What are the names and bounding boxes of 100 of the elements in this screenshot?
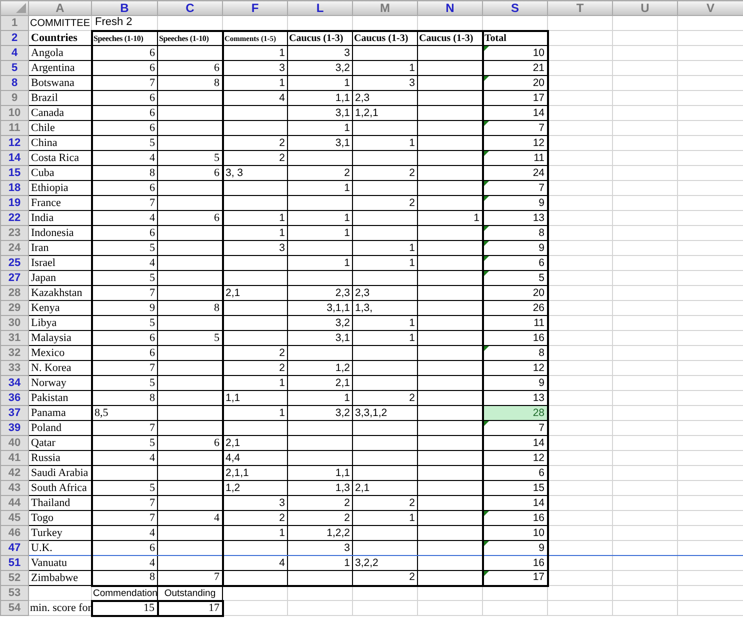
- column-header[interactable]: C: [158, 0, 222, 16]
- table-cell: 8: [158, 300, 222, 316]
- row-header[interactable]: 5: [0, 60, 28, 76]
- row-header[interactable]: 12: [0, 136, 28, 150]
- row-header[interactable]: 9: [0, 90, 28, 106]
- column-header[interactable]: A: [28, 0, 92, 16]
- column-header[interactable]: M: [352, 0, 418, 16]
- row-header[interactable]: 27: [0, 270, 28, 286]
- table-cell: 7: [92, 496, 158, 510]
- total-cell: 9: [482, 376, 548, 390]
- row-header[interactable]: 42: [0, 466, 28, 480]
- row-header[interactable]: 32: [0, 346, 28, 360]
- column-header[interactable]: U: [612, 0, 678, 16]
- row-header[interactable]: 33: [0, 360, 28, 376]
- column-header[interactable]: B: [92, 0, 158, 16]
- column-header[interactable]: L: [288, 0, 352, 16]
- row-header[interactable]: 36: [0, 390, 28, 406]
- row-header[interactable]: 11: [0, 120, 28, 136]
- row-header[interactable]: 46: [0, 526, 28, 540]
- total-cell: 12: [482, 450, 548, 466]
- table-cell: 2,1,1: [222, 466, 288, 480]
- table-cell: Qatar: [28, 436, 92, 450]
- table-cell: 2,1: [288, 376, 352, 390]
- row-header[interactable]: 4: [0, 46, 28, 60]
- table-cell: 4: [92, 526, 158, 540]
- table-cell: COMMITTEE: [28, 16, 92, 30]
- row-header[interactable]: 30: [0, 316, 28, 330]
- column-header[interactable]: T: [548, 0, 612, 16]
- row-header[interactable]: 41: [0, 450, 28, 466]
- row-header[interactable]: 18: [0, 180, 28, 196]
- total-cell: 17: [482, 570, 548, 586]
- table-cell: 4: [92, 450, 158, 466]
- select-all-icon[interactable]: [16, 3, 26, 13]
- row-header[interactable]: 43: [0, 480, 28, 496]
- table-cell: N. Korea: [28, 360, 92, 376]
- row-header[interactable]: 53: [0, 586, 28, 600]
- table-cell: 2: [222, 510, 288, 526]
- row-header[interactable]: 2: [0, 30, 28, 46]
- table-cell: 1: [222, 526, 288, 540]
- table-cell: 1: [222, 226, 288, 240]
- row-header[interactable]: 44: [0, 496, 28, 510]
- row-header[interactable]: 52: [0, 570, 28, 586]
- row-header[interactable]: 45: [0, 510, 28, 526]
- row-header[interactable]: 8: [0, 76, 28, 90]
- row-header[interactable]: 22: [0, 210, 28, 226]
- table-cell: Panama: [28, 406, 92, 420]
- column-heading: Caucus (1-3): [352, 30, 418, 46]
- row-header[interactable]: 31: [0, 330, 28, 346]
- table-cell: Vanuatu: [28, 556, 92, 570]
- row-header[interactable]: 24: [0, 240, 28, 256]
- row-header[interactable]: 1: [0, 16, 28, 30]
- row-header[interactable]: 34: [0, 376, 28, 390]
- table-cell: 6: [92, 180, 158, 196]
- row-header[interactable]: 23: [0, 226, 28, 240]
- row-header[interactable]: 25: [0, 256, 28, 270]
- row-header[interactable]: 51: [0, 556, 28, 570]
- table-cell: 1: [288, 210, 352, 226]
- table-cell: 2: [352, 166, 418, 180]
- column-header[interactable]: N: [418, 0, 482, 16]
- table-cell: 2: [222, 360, 288, 376]
- table-cell: 6: [158, 436, 222, 450]
- row-header[interactable]: 37: [0, 406, 28, 420]
- table-cell: 1: [288, 556, 352, 570]
- table-cell: 1: [222, 76, 288, 90]
- table-cell: 8: [158, 76, 222, 90]
- table-cell: 1: [352, 316, 418, 330]
- table-cell: Mexico: [28, 346, 92, 360]
- column-heading: Total: [482, 30, 548, 46]
- table-cell: 3,1: [288, 136, 352, 150]
- total-cell: 11: [482, 150, 548, 166]
- table-cell: 5: [92, 316, 158, 330]
- row-header[interactable]: 40: [0, 436, 28, 450]
- table-cell: 6: [158, 166, 222, 180]
- column-header[interactable]: V: [678, 0, 743, 16]
- table-cell: Commendation: [92, 586, 158, 600]
- table-cell: 2,1: [352, 480, 418, 496]
- table-cell: 3,3,1,2: [352, 406, 418, 420]
- row-header[interactable]: 14: [0, 150, 28, 166]
- table-cell: 4,4: [222, 450, 288, 466]
- row-header[interactable]: 10: [0, 106, 28, 120]
- row-header[interactable]: 54: [0, 600, 28, 616]
- row-header[interactable]: 15: [0, 166, 28, 180]
- row-header[interactable]: 47: [0, 540, 28, 556]
- table-cell: 6: [92, 120, 158, 136]
- column-header[interactable]: F: [222, 0, 288, 16]
- table-cell: Brazil: [28, 90, 92, 106]
- table-cell: Israel: [28, 256, 92, 270]
- column-header[interactable]: S: [482, 0, 548, 16]
- table-cell: 3: [288, 540, 352, 556]
- total-cell: 7: [482, 120, 548, 136]
- table-cell: Indonesia: [28, 226, 92, 240]
- row-header[interactable]: 28: [0, 286, 28, 300]
- table-cell: 1: [288, 180, 352, 196]
- table-cell: 8: [92, 390, 158, 406]
- row-header[interactable]: 39: [0, 420, 28, 436]
- total-cell: 10: [482, 526, 548, 540]
- row-header[interactable]: 29: [0, 300, 28, 316]
- table-cell: 7: [158, 570, 222, 586]
- table-cell: 15: [92, 600, 158, 616]
- row-header[interactable]: 19: [0, 196, 28, 210]
